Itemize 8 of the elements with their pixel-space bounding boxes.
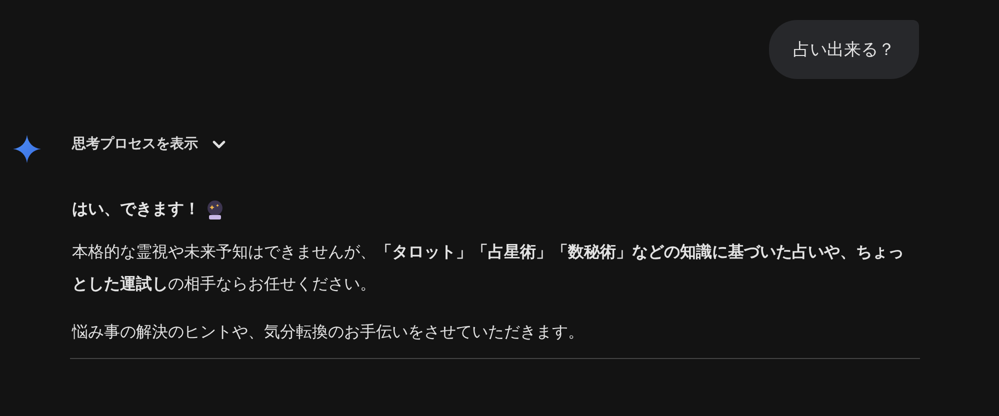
response-paragraph: 悩み事の解決のヒントや、気分転換のお手伝いをさせていただきます。 bbox=[72, 321, 585, 343]
show-thinking-toggle[interactable]: 思考プロセスを表示 bbox=[72, 131, 226, 157]
crystal-ball-icon bbox=[206, 200, 224, 220]
response-heading: はい、できます！ bbox=[72, 199, 200, 220]
user-message: 占い出来る？ bbox=[769, 20, 919, 79]
chevron-icon bbox=[212, 140, 226, 148]
sparkle-icon bbox=[13, 135, 41, 163]
response-paragraph: 本格的な霊視や未来予知はできませんが、「タロット」「占星術」「数秘術」などの知識に基づいた占いや、ちょっとした運試しの相手ならお任せください。 bbox=[72, 241, 905, 295]
